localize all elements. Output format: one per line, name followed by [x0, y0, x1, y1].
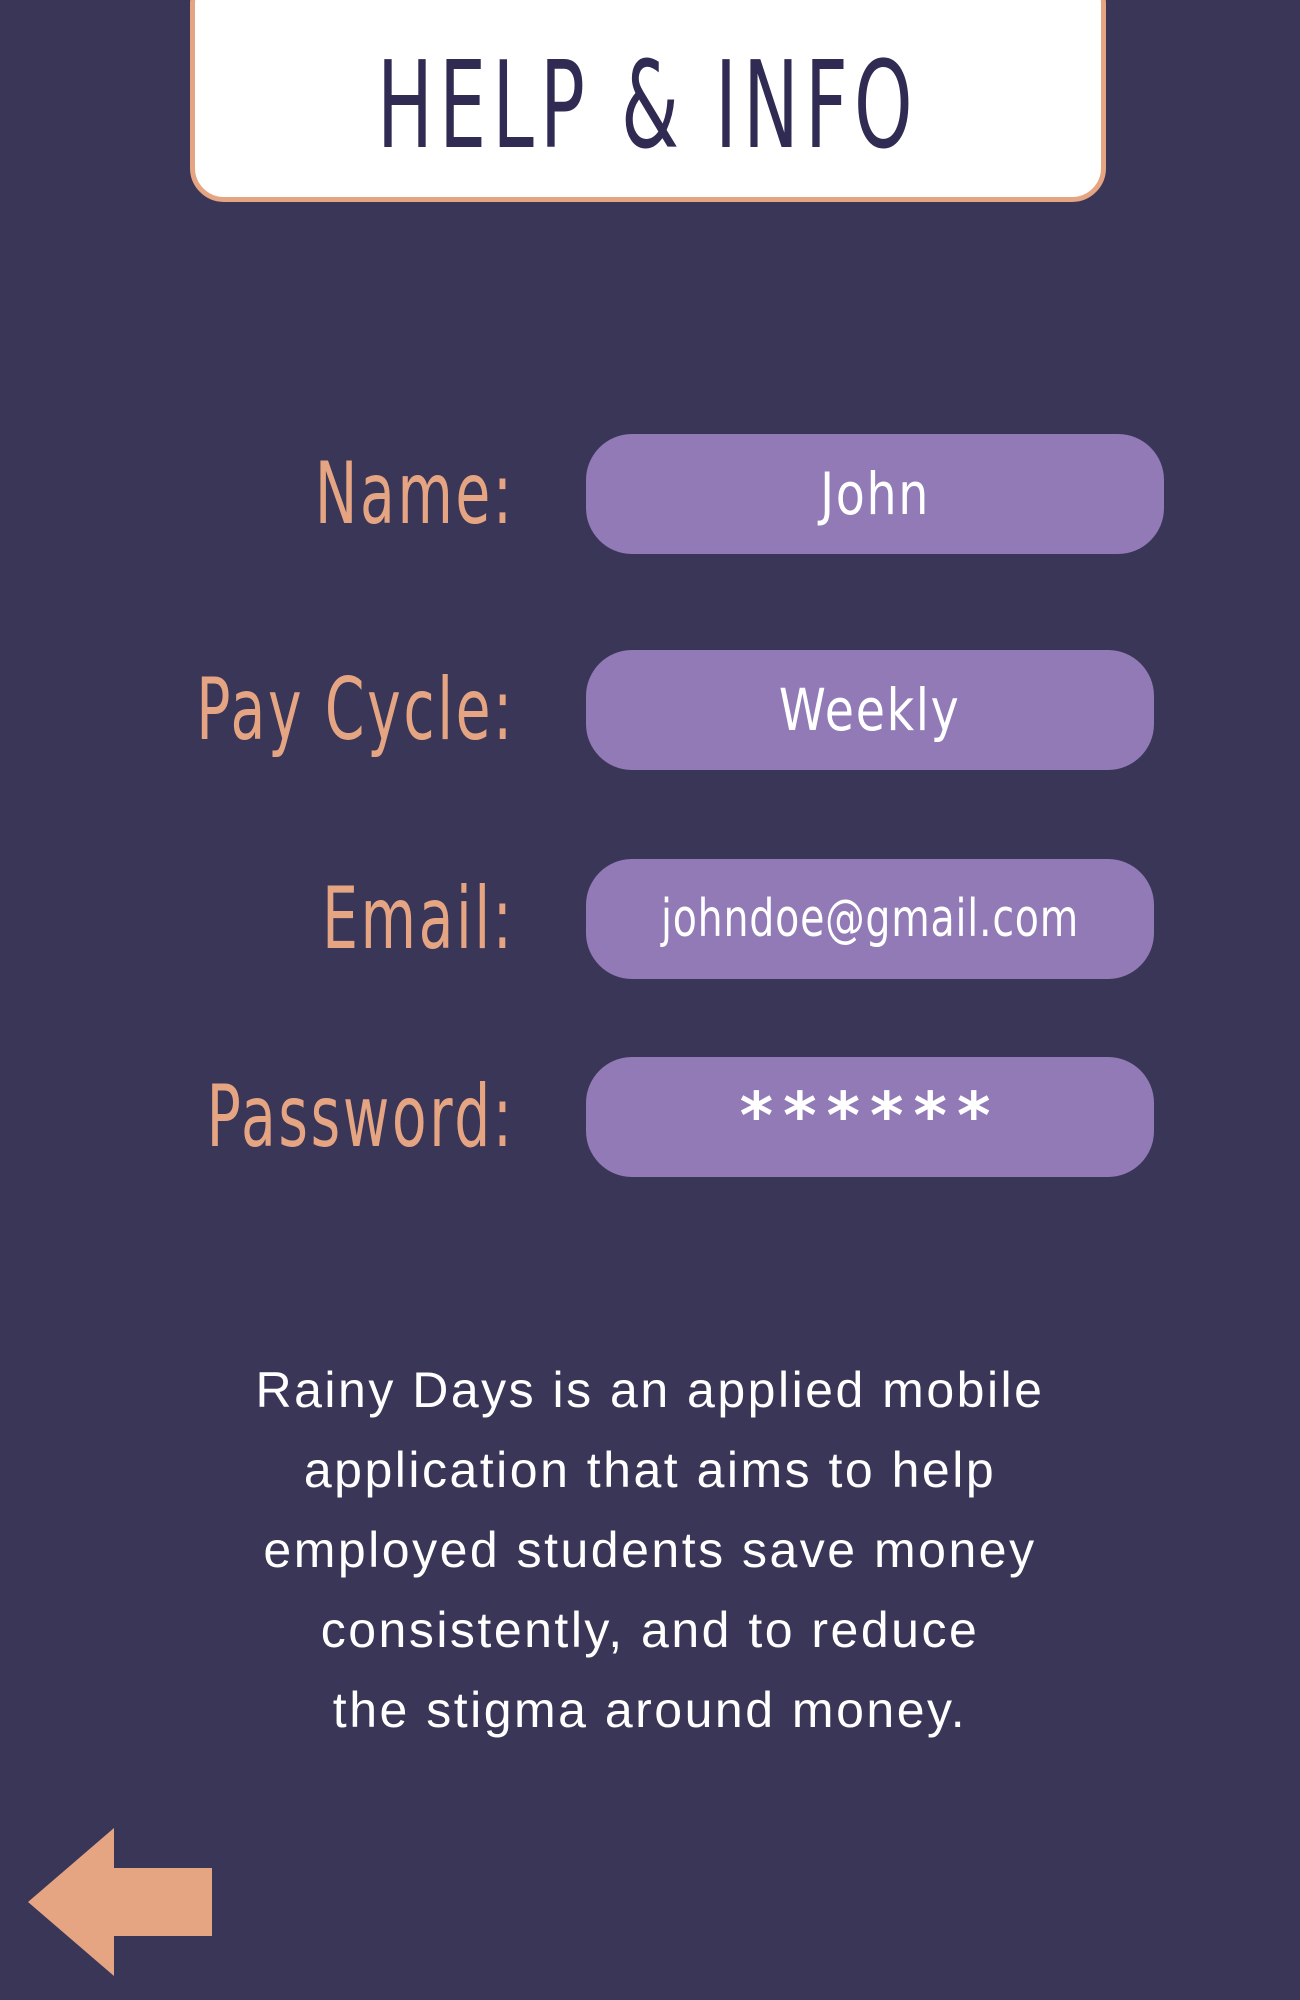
- description-line: consistently, and to reduce: [320, 1602, 980, 1658]
- email-row: Email: johndoe@gmail.com: [0, 859, 1300, 979]
- name-field[interactable]: John: [586, 434, 1164, 554]
- password-value: ******: [739, 1080, 1001, 1154]
- description-line: employed students save money: [263, 1522, 1037, 1578]
- page-title: HELP & INFO: [377, 37, 919, 176]
- pay-cycle-field[interactable]: Weekly: [586, 650, 1154, 770]
- password-label: Password:: [206, 1067, 515, 1167]
- description-line: application that aims to help: [303, 1442, 997, 1498]
- password-field[interactable]: ******: [586, 1057, 1154, 1177]
- header-card: HELP & INFO: [190, 0, 1106, 202]
- description-line: Rainy Days is an applied mobile: [255, 1362, 1045, 1418]
- email-label: Email:: [322, 869, 515, 969]
- back-button[interactable]: [28, 1828, 212, 1976]
- email-value: johndoe@gmail.com: [661, 889, 1079, 949]
- email-field[interactable]: johndoe@gmail.com: [586, 859, 1154, 979]
- pay-cycle-label: Pay Cycle:: [196, 660, 515, 760]
- name-row: Name: John: [0, 434, 1300, 554]
- left-arrow-icon[interactable]: [28, 1828, 212, 1976]
- password-row: Password: ******: [0, 1057, 1300, 1177]
- description-line: the stigma around money.: [332, 1682, 968, 1738]
- name-label: Name:: [315, 444, 515, 544]
- pay-cycle-value: Weekly: [779, 676, 961, 744]
- app-description: Rainy Days is an applied mobile applicat…: [140, 1350, 1160, 1750]
- name-value: John: [820, 460, 930, 528]
- pay-cycle-row: Pay Cycle: Weekly: [0, 650, 1300, 770]
